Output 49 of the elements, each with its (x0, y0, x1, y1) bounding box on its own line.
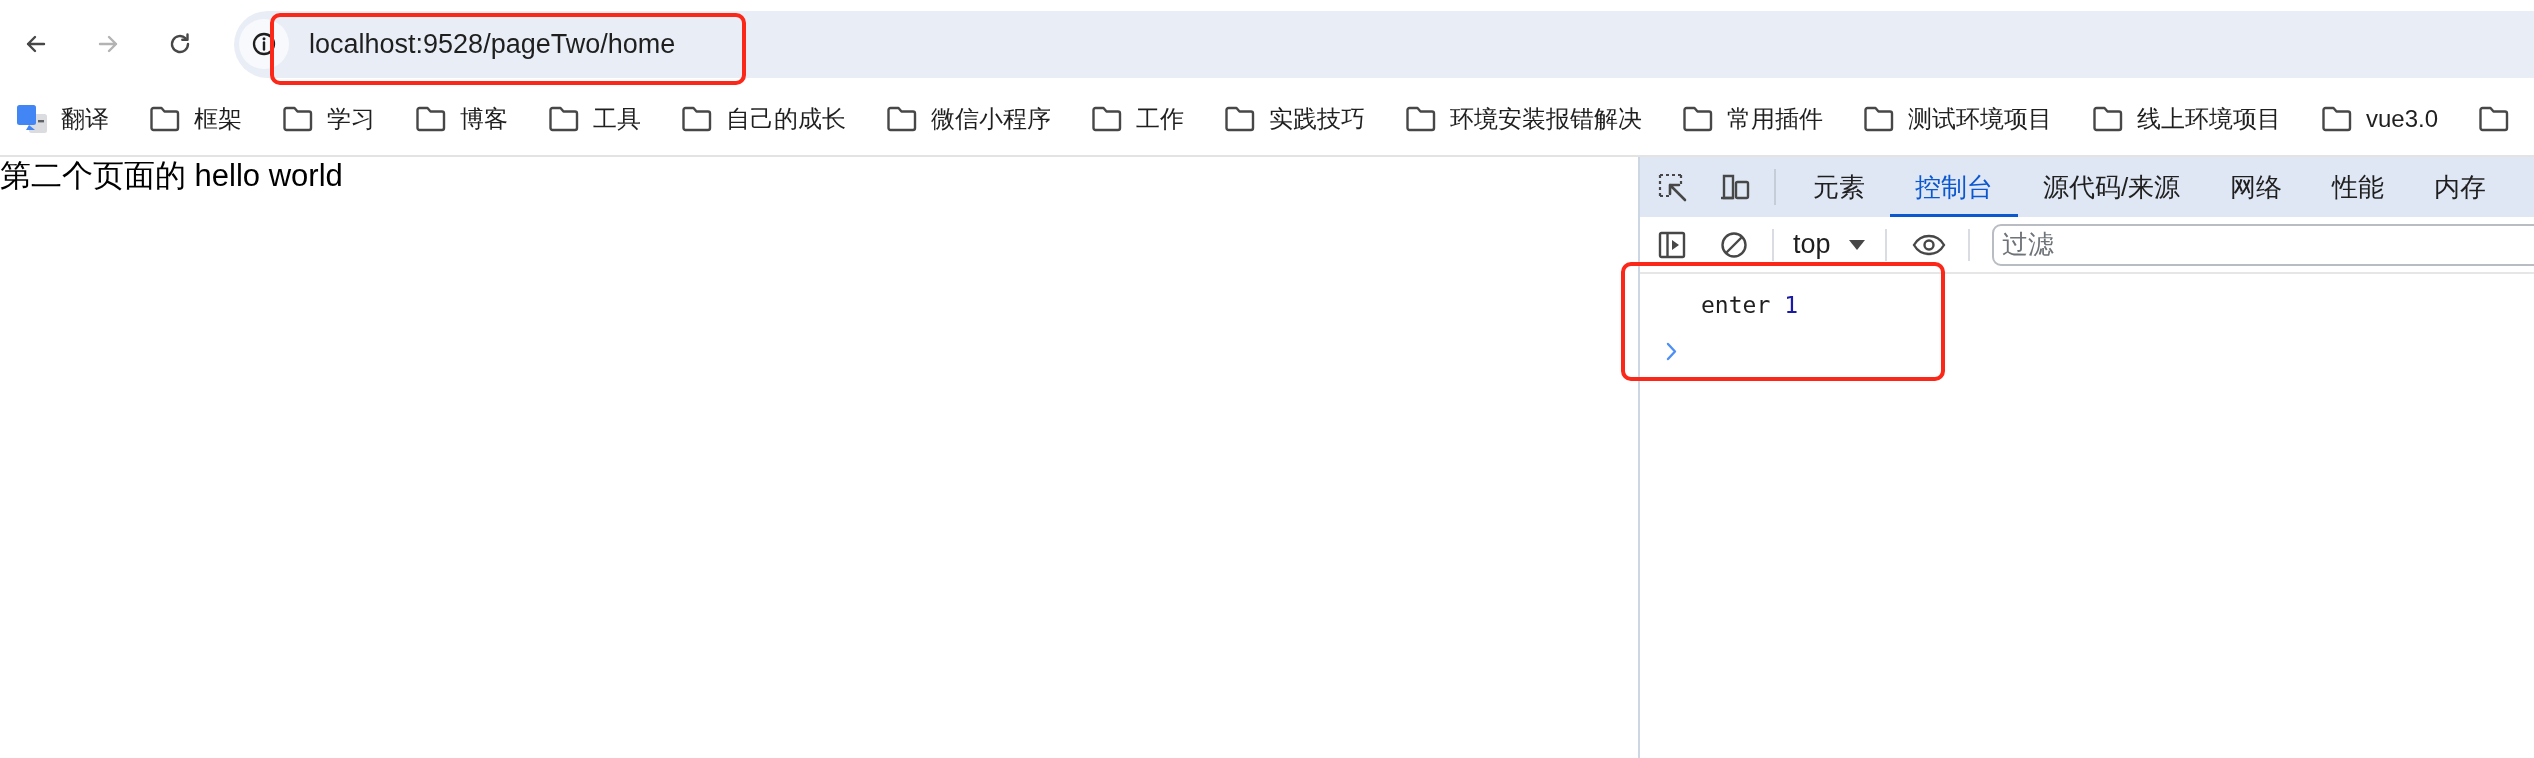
caret-icon (1848, 239, 1865, 250)
bookmark-button[interactable]: 博客 (407, 98, 516, 139)
page-text: 第二个页面的 hello world (0, 157, 343, 194)
bookmark-button[interactable]: 框架 (141, 98, 250, 139)
devtools-tab[interactable]: 内存 (2409, 157, 2512, 217)
folder-icon (149, 104, 181, 133)
folder-icon (1863, 104, 1895, 133)
device-toolbar-icon[interactable] (1720, 172, 1750, 202)
bookmark-button[interactable]: 线上环境项目 (2084, 98, 2289, 139)
chevron-right-icon (1666, 342, 1678, 361)
bookmark-button[interactable]: 学习 (274, 98, 383, 139)
translate-icon (16, 102, 48, 135)
bookmark-button[interactable]: vue3.0 (2313, 100, 2447, 137)
folder-icon (1091, 104, 1123, 133)
url-field[interactable]: localhost:9528/pageTwo/home (309, 28, 681, 60)
info-icon (251, 31, 277, 57)
bookmark-button[interactable]: 翻译 (8, 98, 117, 139)
bookmark-button[interactable]: 常用插件 (1674, 98, 1831, 139)
folder-icon (681, 104, 713, 133)
devtools-tab[interactable]: 元素 (1788, 157, 1890, 217)
devtools-tab[interactable]: 网络 (2205, 157, 2308, 217)
bookmark-button[interactable]: 工具 (540, 98, 649, 139)
devtools-tab[interactable]: 源代码/来源 (2018, 157, 2206, 217)
console-message: enter (1701, 292, 1771, 318)
folder-icon (2092, 104, 2124, 133)
devtools-tab[interactable]: 控制台 (1890, 157, 2018, 217)
context-dropdown[interactable]: top (1774, 229, 1865, 260)
console-number: 1 (1784, 292, 1799, 318)
bookmark-button[interactable]: 微信小程序 (878, 98, 1059, 139)
folder-icon (1224, 104, 1256, 133)
site-info-button[interactable] (239, 19, 289, 69)
folder-icon (415, 104, 447, 133)
bookmark-button[interactable]: 实践技巧 (1216, 98, 1373, 139)
clear-icon[interactable] (1720, 230, 1748, 259)
folder-icon (1682, 104, 1714, 133)
folder-icon (2321, 104, 2353, 133)
sidebar-icon[interactable] (1658, 230, 1686, 259)
folder-icon (548, 104, 580, 133)
bookmark-button[interactable]: 工作 (1083, 98, 1192, 139)
folder-icon (886, 104, 918, 133)
bookmark-button[interactable]: 环境安装报错解决 (1397, 98, 1650, 139)
folder-icon (282, 104, 314, 133)
bookmark-button[interactable]: 自己的成长 (673, 98, 854, 139)
element-picker-icon[interactable] (1657, 172, 1687, 202)
bookmark-button[interactable]: 测试环境项目 (1855, 98, 2060, 139)
folder-icon (2478, 104, 2511, 133)
devtools-tab[interactable]: 性能 (2307, 157, 2410, 217)
folder-icon (1405, 104, 1437, 133)
filter-field[interactable]: 过滤 (1991, 223, 2534, 266)
